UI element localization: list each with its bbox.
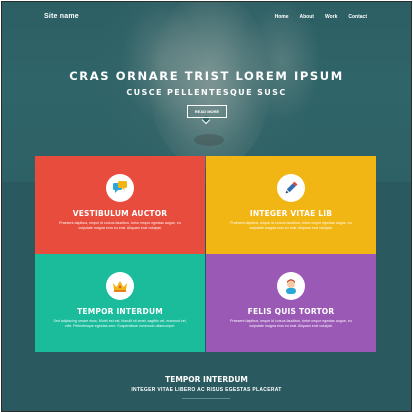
feature-title: TEMPOR INTERDUM <box>77 307 163 316</box>
nav-item-contact[interactable]: Contact <box>348 14 367 20</box>
nav-item-about[interactable]: About <box>300 14 314 20</box>
user-icon <box>286 279 296 294</box>
feature-tile-felis: FELIS QUIS TORTOR Praesent dapibus, nequ… <box>206 254 376 352</box>
feature-text: Praesent dapibus, neque id cursus faucib… <box>230 221 352 230</box>
nav-item-home[interactable]: Home <box>275 14 289 20</box>
hero-section: Site name Home About Work Contact CRAS O… <box>2 2 411 182</box>
page-frame: Site name Home About Work Contact CRAS O… <box>1 1 412 412</box>
feature-text: Praesent dapibus, neque id cursus faucib… <box>230 319 352 328</box>
feature-tile-integer: INTEGER VITAE LIB Praesent dapibus, nequ… <box>206 156 376 254</box>
hero-title: CRAS ORNARE TRIST LOREM IPSUM <box>69 69 344 83</box>
footer-title: TEMPOR INTERDUM <box>165 375 248 384</box>
footer-divider <box>182 398 230 399</box>
feature-icon-circle <box>277 174 305 202</box>
feature-title: INTEGER VITAE LIB <box>249 209 333 218</box>
feature-text: Sed adipiscing ornare risus. Morbi est e… <box>53 319 187 328</box>
read-more-button[interactable]: READ MORE <box>187 105 227 118</box>
feature-title: FELIS QUIS TORTOR <box>247 307 335 316</box>
feature-tile-vestibulum: VESTIBULUM AUCTOR Praesent dapibus, nequ… <box>35 156 205 254</box>
feature-text: Praesent dapibus, neque id cursus faucib… <box>59 221 181 230</box>
feature-icon-circle <box>277 272 305 300</box>
feature-icon-circle <box>106 174 134 202</box>
crown-icon <box>113 281 127 292</box>
speech-bubbles-icon <box>113 181 127 193</box>
footer-subtitle: INTEGER VITAE LIBERO AC RISUS EGESTAS PL… <box>131 387 282 393</box>
feature-tile-tempor: TEMPOR INTERDUM Sed adipiscing ornare ri… <box>35 254 205 352</box>
pencil-icon <box>285 181 298 194</box>
hero-subtitle: CUSCE PELLENTESQUE SUSC <box>126 88 287 97</box>
feature-icon-circle <box>106 272 134 300</box>
site-name-logo[interactable]: Site name <box>44 13 79 20</box>
feature-title: VESTIBULUM AUCTOR <box>72 209 168 218</box>
footer-section: TEMPOR INTERDUM INTEGER VITAE LIBERO AC … <box>2 354 411 411</box>
hero-image-lips <box>194 134 224 146</box>
main-nav: Home About Work Contact <box>275 14 367 20</box>
nav-item-work[interactable]: Work <box>325 14 337 20</box>
